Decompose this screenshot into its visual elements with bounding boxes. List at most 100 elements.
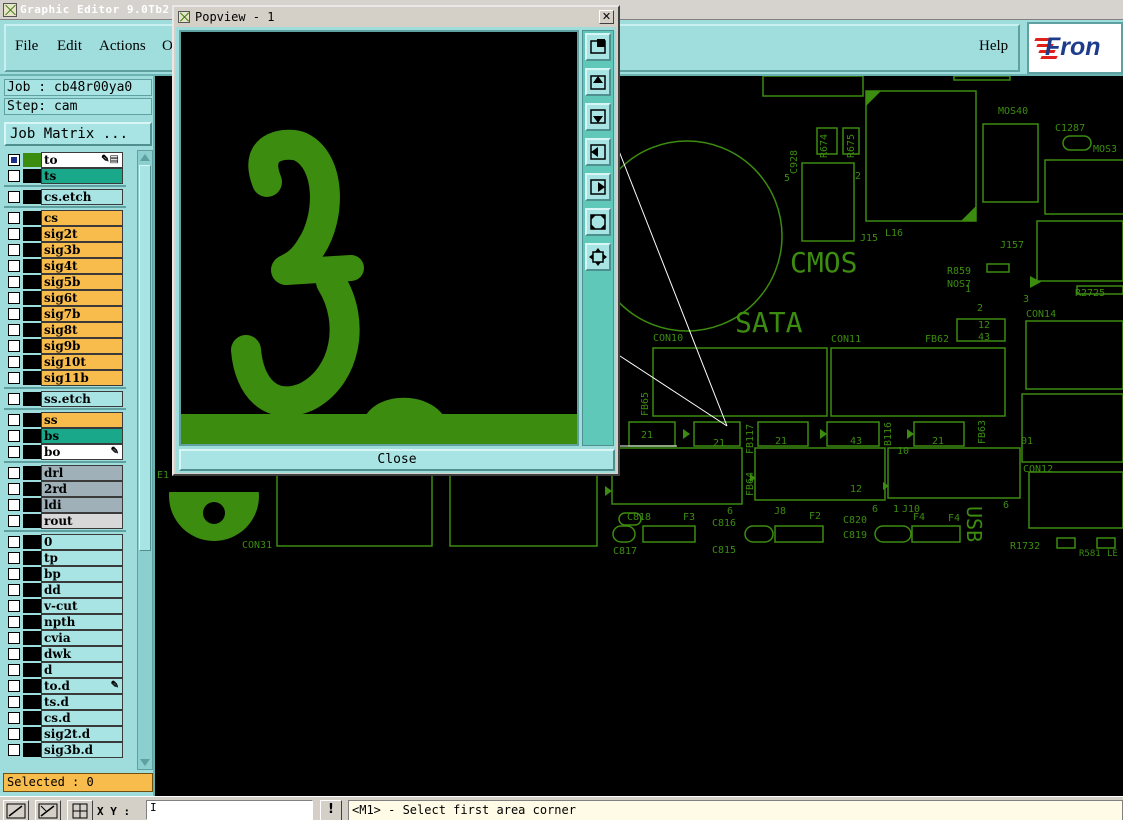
layer-color-swatch[interactable]: [23, 429, 41, 443]
popview-title-bar[interactable]: Popview - 1 ✕: [174, 7, 618, 27]
layer-name[interactable]: cs.d: [41, 710, 123, 726]
layer-name[interactable]: cs: [41, 210, 123, 226]
pan-right-button[interactable]: [585, 173, 611, 201]
layer-checkbox[interactable]: [8, 515, 20, 527]
layer-checkbox[interactable]: [8, 260, 20, 272]
layer-color-swatch[interactable]: [23, 371, 41, 385]
layer-checkbox[interactable]: [8, 483, 20, 495]
layer-name[interactable]: cvia: [41, 630, 123, 646]
layer-color-swatch[interactable]: [23, 413, 41, 427]
layer-name[interactable]: ts: [41, 168, 123, 184]
snap-button[interactable]: [35, 800, 61, 820]
layer-color-swatch[interactable]: [23, 514, 41, 528]
layer-color-swatch[interactable]: [23, 275, 41, 289]
layer-row[interactable]: cvia: [4, 630, 126, 646]
layer-checkbox[interactable]: [8, 728, 20, 740]
popview-close-icon[interactable]: ✕: [599, 10, 614, 24]
layer-row[interactable]: v-cut: [4, 598, 126, 614]
layer-name[interactable]: sig5b: [41, 274, 123, 290]
layer-checkbox[interactable]: [8, 170, 20, 182]
layer-color-swatch[interactable]: [23, 498, 41, 512]
layer-row[interactable]: bo ✎: [4, 444, 126, 460]
layer-name[interactable]: cs.etch: [41, 189, 123, 205]
layer-row[interactable]: sig5b: [4, 274, 126, 290]
layer-name[interactable]: sig9b: [41, 338, 123, 354]
layer-name[interactable]: v-cut: [41, 598, 123, 614]
layer-checkbox[interactable]: [8, 568, 20, 580]
layer-color-swatch[interactable]: [23, 482, 41, 496]
layer-row[interactable]: dd: [4, 582, 126, 598]
layer-name[interactable]: 2rd: [41, 481, 123, 497]
layer-checkbox[interactable]: [8, 446, 20, 458]
layer-color-swatch[interactable]: [23, 615, 41, 629]
pan-up-button[interactable]: [585, 68, 611, 96]
layer-checkbox[interactable]: [8, 499, 20, 511]
scroll-up-arrow-icon[interactable]: [140, 154, 150, 161]
layer-name[interactable]: ss.etch: [41, 391, 123, 407]
layer-name[interactable]: sig2t: [41, 226, 123, 242]
layer-row[interactable]: sig4t: [4, 258, 126, 274]
layer-color-swatch[interactable]: [23, 392, 41, 406]
layer-color-swatch[interactable]: [23, 695, 41, 709]
layer-checkbox[interactable]: [8, 212, 20, 224]
layer-color-swatch[interactable]: [23, 711, 41, 725]
layer-row[interactable]: 0: [4, 534, 126, 550]
layer-row[interactable]: sig3b.d: [4, 742, 126, 758]
layer-row[interactable]: sig6t: [4, 290, 126, 306]
zoom-window-button[interactable]: [585, 33, 611, 61]
layer-name[interactable]: sig4t: [41, 258, 123, 274]
layer-color-swatch[interactable]: [23, 153, 41, 167]
layer-checkbox[interactable]: [8, 292, 20, 304]
layer-color-swatch[interactable]: [23, 339, 41, 353]
layer-name[interactable]: tp: [41, 550, 123, 566]
layer-color-swatch[interactable]: [23, 583, 41, 597]
layer-color-swatch[interactable]: [23, 211, 41, 225]
layer-name[interactable]: ts.d: [41, 694, 123, 710]
layer-checkbox[interactable]: [8, 600, 20, 612]
layer-checkbox[interactable]: [8, 340, 20, 352]
layer-name[interactable]: ldi: [41, 497, 123, 513]
layer-row[interactable]: 2rd: [4, 481, 126, 497]
layer-row[interactable]: dwk: [4, 646, 126, 662]
layer-checkbox[interactable]: [8, 154, 20, 166]
job-matrix-button[interactable]: Job Matrix ...: [4, 122, 152, 146]
layer-row[interactable]: sig3b: [4, 242, 126, 258]
layer-checkbox[interactable]: [8, 680, 20, 692]
layer-name[interactable]: sig2t.d: [41, 726, 123, 742]
layer-name[interactable]: rout: [41, 513, 123, 529]
layer-name[interactable]: bs: [41, 428, 123, 444]
layer-name[interactable]: sig8t: [41, 322, 123, 338]
layer-color-swatch[interactable]: [23, 227, 41, 241]
layer-checkbox[interactable]: [8, 664, 20, 676]
layer-color-swatch[interactable]: [23, 647, 41, 661]
layer-name[interactable]: npth: [41, 614, 123, 630]
layer-name[interactable]: sig7b: [41, 306, 123, 322]
layer-color-swatch[interactable]: [23, 291, 41, 305]
layer-row[interactable]: tp: [4, 550, 126, 566]
layer-name[interactable]: bo ✎: [41, 444, 123, 460]
layer-row[interactable]: ldi: [4, 497, 126, 513]
layer-checkbox[interactable]: [8, 467, 20, 479]
popview-canvas[interactable]: [179, 30, 579, 446]
layer-checkbox[interactable]: [8, 356, 20, 368]
layer-color-swatch[interactable]: [23, 743, 41, 757]
layer-name[interactable]: sig11b: [41, 370, 123, 386]
layer-row[interactable]: sig10t: [4, 354, 126, 370]
layer-color-swatch[interactable]: [23, 259, 41, 273]
layer-row[interactable]: ss.etch: [4, 391, 126, 407]
layer-checkbox[interactable]: [8, 584, 20, 596]
menu-help[interactable]: Help: [979, 38, 1008, 55]
layer-row[interactable]: rout: [4, 513, 126, 529]
layer-row[interactable]: drl: [4, 465, 126, 481]
menu-actions[interactable]: Actions: [99, 38, 146, 55]
layer-color-swatch[interactable]: [23, 323, 41, 337]
layer-name[interactable]: dd: [41, 582, 123, 598]
layer-name[interactable]: to ✎▤: [41, 152, 123, 168]
layer-color-swatch[interactable]: [23, 243, 41, 257]
layer-checkbox[interactable]: [8, 430, 20, 442]
layer-checkbox[interactable]: [8, 414, 20, 426]
layer-row[interactable]: npth: [4, 614, 126, 630]
layer-color-swatch[interactable]: [23, 727, 41, 741]
popview-close-button[interactable]: Close: [179, 449, 615, 471]
layer-checkbox[interactable]: [8, 372, 20, 384]
